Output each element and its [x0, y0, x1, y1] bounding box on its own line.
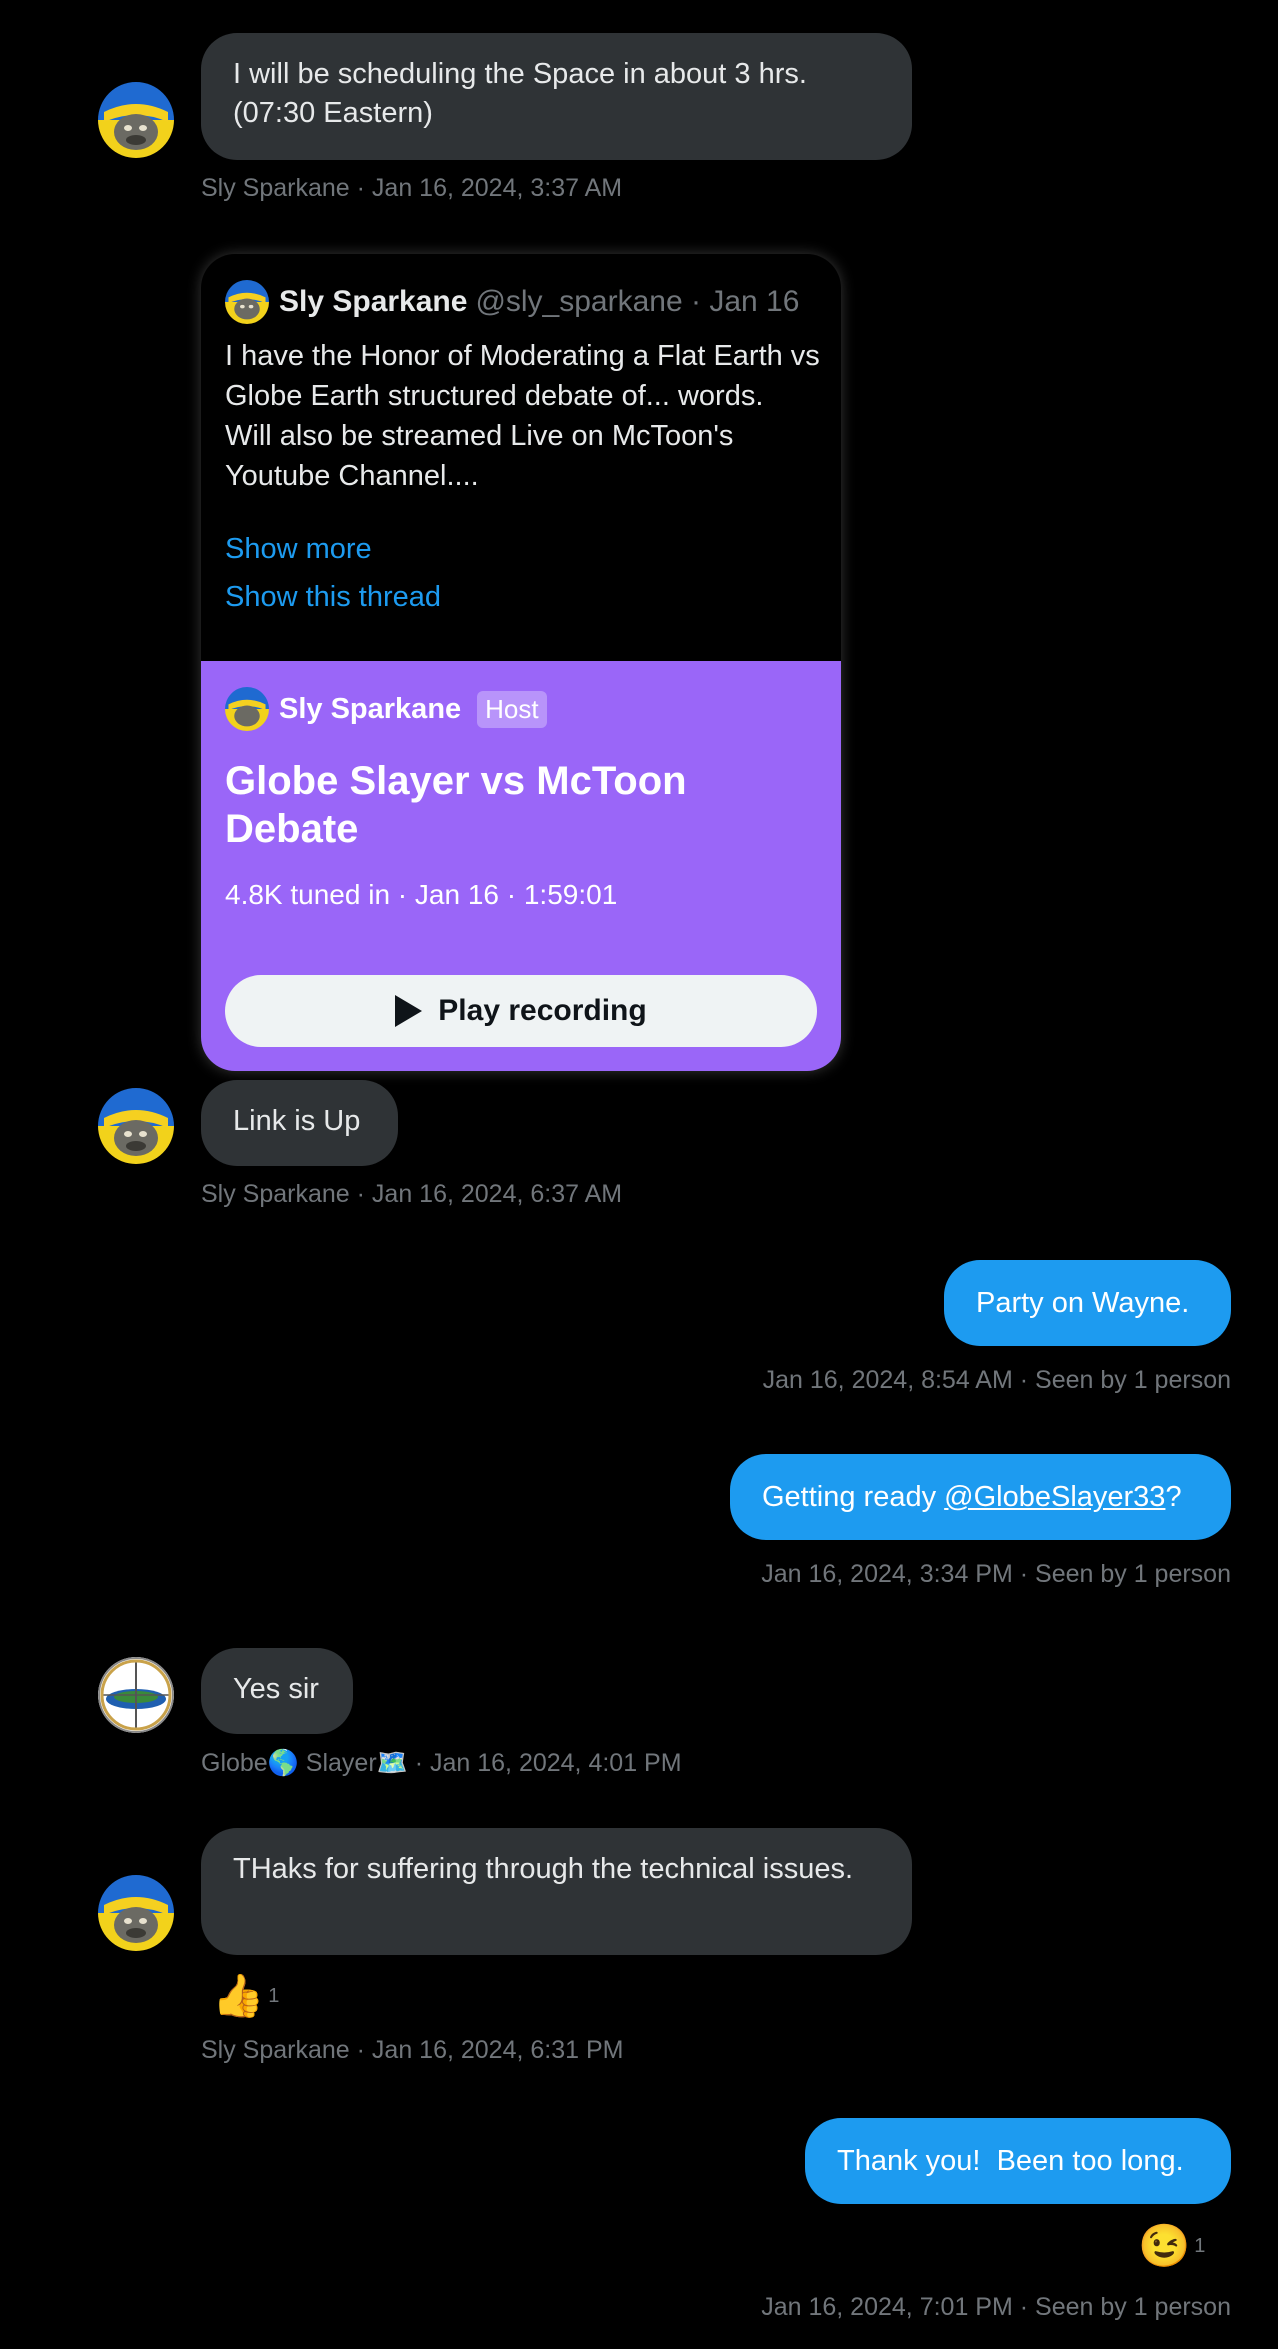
space-stats: 4.8K tuned in · Jan 16 · 1:59:01: [225, 879, 618, 910]
message-text: THaks for suffering through the technica…: [233, 1853, 854, 1885]
message-text: ?: [1165, 1481, 1182, 1513]
message-text: Getting ready: [762, 1481, 945, 1513]
message-bubble[interactable]: I will be scheduling the Space in about …: [201, 33, 912, 160]
space-host: Sly Sparkane Host: [225, 685, 547, 733]
sly-sparkane-avatar[interactable]: [225, 280, 269, 324]
play-icon: [395, 995, 423, 1027]
message-meta: Sly Sparkane · Jan 16, 2024, 6:31 PM: [201, 2036, 624, 2064]
message-bubble[interactable]: Thank you! Been too long.: [805, 2118, 1231, 2204]
thumbs-up-icon: 👍: [212, 1972, 265, 2019]
message-text: Party on Wayne.: [976, 1287, 1190, 1319]
host-badge: Host: [477, 690, 547, 728]
sly-sparkane-avatar: [225, 687, 269, 731]
post-text: I have the Honor of Moderating a Flat Ea…: [225, 340, 820, 492]
host-name: Sly Sparkane: [279, 692, 462, 725]
message-bubble[interactable]: Party on Wayne.: [944, 1260, 1231, 1346]
sly-sparkane-avatar[interactable]: [98, 1875, 174, 1951]
message-bubble[interactable]: Getting ready @GlobeSlayer33?: [730, 1454, 1231, 1540]
message-bubble[interactable]: Link is Up: [201, 1080, 398, 1166]
message-meta: Globe🌎 Slayer🗺️ · Jan 16, 2024, 4:01 PM: [201, 1749, 682, 1777]
message-meta: Jan 16, 2024, 3:34 PM · Seen by 1 person: [761, 1560, 1231, 1588]
mention-link[interactable]: @GlobeSlayer33: [944, 1481, 1165, 1513]
message-meta: Jan 16, 2024, 7:01 PM · Seen by 1 person: [761, 2293, 1231, 2321]
globe-slayer-avatar[interactable]: [98, 1657, 174, 1733]
message-meta: Jan 16, 2024, 8:54 AM · Seen by 1 person: [762, 1366, 1231, 1394]
author-handle: @sly_sparkane · Jan 16: [475, 285, 800, 318]
shared-post-card[interactable]: Sly Sparkane @sly_sparkane · Jan 16 I ha…: [201, 254, 841, 1071]
play-recording-label: Play recording: [438, 994, 647, 1027]
space-card[interactable]: Sly Sparkane Host Globe Slayer vs McToon…: [201, 661, 841, 1071]
message-bubble[interactable]: THaks for suffering through the technica…: [201, 1828, 912, 1955]
message-reaction[interactable]: 👍 1: [212, 1972, 279, 2020]
message-text: Link is Up: [233, 1105, 361, 1137]
reaction-count: 1: [268, 1984, 280, 2007]
message-text: Yes sir: [233, 1673, 319, 1705]
author-name[interactable]: Sly Sparkane: [279, 285, 467, 319]
message-text: I will be scheduling the Space in about …: [233, 58, 807, 129]
quoted-post[interactable]: Sly Sparkane @sly_sparkane · Jan 16 I ha…: [201, 254, 841, 661]
message-reaction[interactable]: 😉 1: [1138, 2222, 1205, 2270]
sly-sparkane-avatar[interactable]: [98, 82, 174, 158]
show-more-link[interactable]: Show more: [225, 533, 372, 566]
post-header: Sly Sparkane @sly_sparkane · Jan 16: [225, 278, 799, 326]
play-recording-button[interactable]: Play recording: [225, 975, 817, 1047]
message-meta: Sly Sparkane · Jan 16, 2024, 3:37 AM: [201, 174, 623, 202]
space-title: Globe Slayer vs McToon Debate: [225, 759, 687, 851]
sly-sparkane-avatar[interactable]: [98, 1088, 174, 1164]
show-thread-link[interactable]: Show this thread: [225, 581, 441, 614]
message-meta: Sly Sparkane · Jan 16, 2024, 6:37 AM: [201, 1180, 623, 1208]
message-bubble[interactable]: Yes sir: [201, 1648, 353, 1734]
message-text: Thank you! Been too long.: [837, 2145, 1184, 2177]
reaction-count: 1: [1194, 2234, 1206, 2257]
winking-face-icon: 😉: [1138, 2222, 1191, 2269]
